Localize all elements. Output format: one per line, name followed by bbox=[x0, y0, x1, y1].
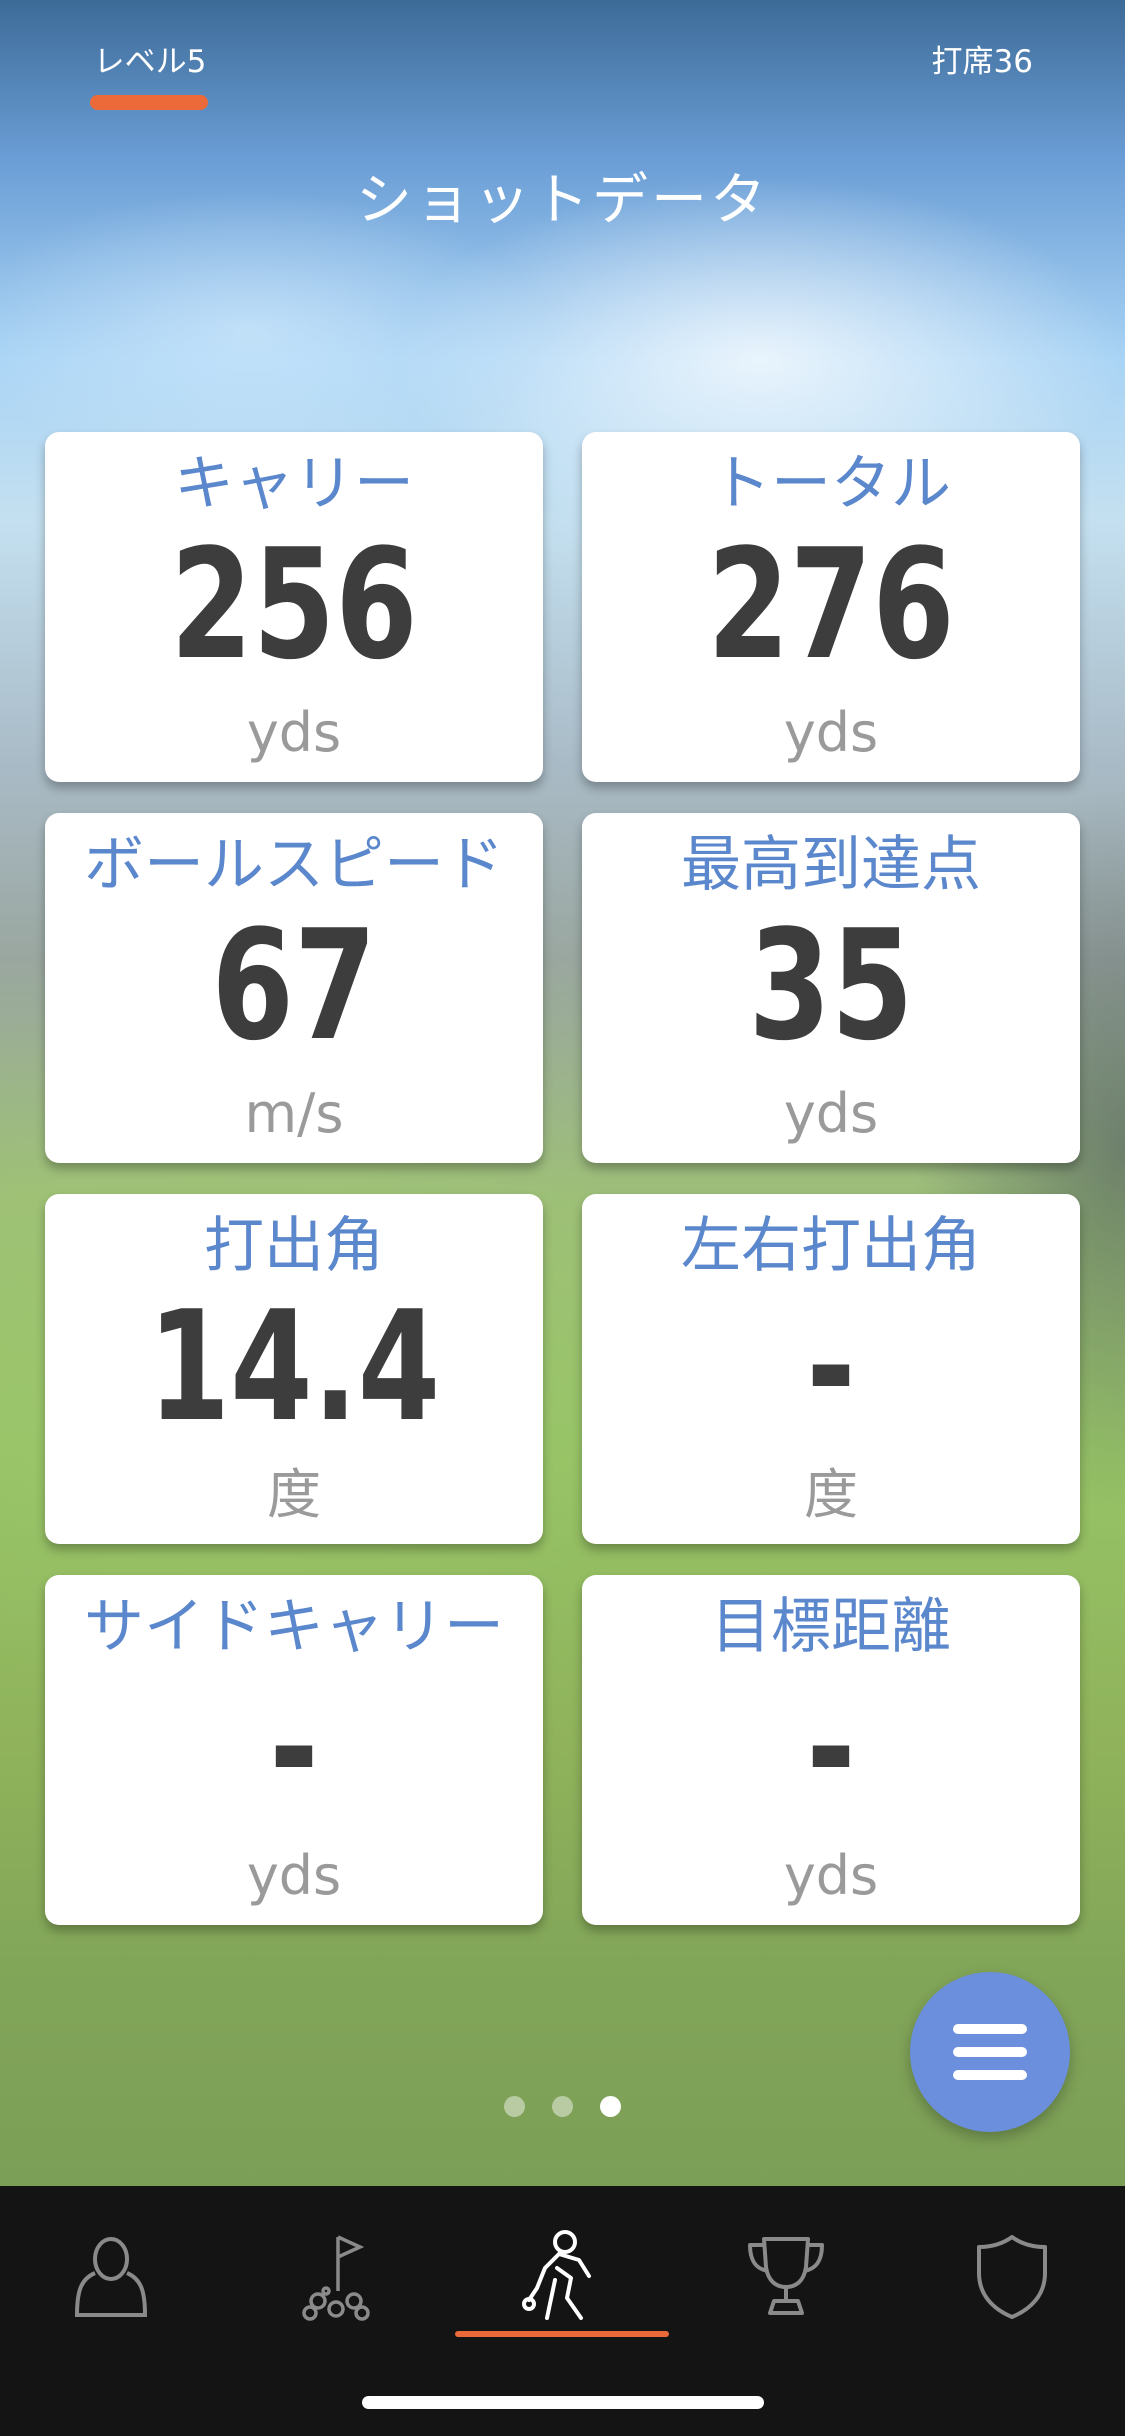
trophy-icon bbox=[748, 2237, 824, 2315]
level-tab[interactable]: レベル5 bbox=[90, 36, 210, 81]
card-unit: yds bbox=[246, 1844, 342, 1907]
card-unit: yds bbox=[246, 701, 342, 764]
card-peak-height: 最高到達点 35 yds bbox=[582, 813, 1080, 1163]
menu-fab-button[interactable] bbox=[910, 1972, 1070, 2132]
tab-practice[interactable] bbox=[492, 2216, 632, 2336]
card-unit: 度 bbox=[804, 1463, 858, 1526]
shot-data-grid: キャリー 256 yds トータル 276 yds ボールスピード 67 m/s… bbox=[45, 432, 1080, 1925]
profile-icon bbox=[74, 2237, 148, 2317]
card-value: 14.4 bbox=[147, 1278, 441, 1455]
card-total: トータル 276 yds bbox=[582, 432, 1080, 782]
card-label: 打出角 bbox=[204, 1211, 384, 1281]
card-launch-angle: 打出角 14.4 度 bbox=[45, 1194, 543, 1544]
card-value: 256 bbox=[170, 516, 418, 693]
tab-profile[interactable] bbox=[41, 2216, 181, 2336]
page-dot-active[interactable] bbox=[600, 2096, 621, 2117]
card-unit: yds bbox=[783, 1082, 879, 1145]
tab-course[interactable] bbox=[266, 2216, 406, 2336]
card-horizontal-launch-angle: 左右打出角 - 度 bbox=[582, 1194, 1080, 1544]
card-side-carry: サイドキャリー - yds bbox=[45, 1575, 543, 1925]
card-unit: yds bbox=[783, 701, 879, 764]
card-value: 276 bbox=[707, 516, 955, 693]
card-carry: キャリー 256 yds bbox=[45, 432, 543, 782]
card-value: - bbox=[269, 1659, 319, 1836]
card-unit: m/s bbox=[244, 1082, 344, 1145]
active-tab-indicator bbox=[455, 2331, 669, 2337]
menu-icon bbox=[953, 2024, 1027, 2080]
card-label: 目標距離 bbox=[711, 1592, 951, 1662]
shield-icon bbox=[977, 2235, 1047, 2319]
card-label: サイドキャリー bbox=[84, 1592, 504, 1662]
card-label: トータル bbox=[711, 449, 951, 519]
tab-shield[interactable] bbox=[942, 2216, 1082, 2336]
card-target-distance: 目標距離 - yds bbox=[582, 1575, 1080, 1925]
card-label: 左右打出角 bbox=[681, 1211, 981, 1281]
card-value: 67 bbox=[211, 897, 377, 1074]
page-dot[interactable] bbox=[504, 2096, 525, 2117]
golf-course-icon bbox=[302, 2235, 370, 2321]
card-label: ボールスピード bbox=[84, 830, 504, 900]
card-unit: 度 bbox=[267, 1463, 321, 1526]
page-title: ショットデータ bbox=[356, 168, 769, 233]
home-indicator[interactable] bbox=[362, 2396, 764, 2409]
card-label: 最高到達点 bbox=[681, 830, 981, 900]
page-dot[interactable] bbox=[552, 2096, 573, 2117]
at-bat-count: 打席36 bbox=[931, 44, 1033, 80]
card-label: キャリー bbox=[174, 449, 414, 519]
level-tab-indicator bbox=[90, 95, 208, 110]
card-value: - bbox=[806, 1659, 856, 1836]
tab-ranking[interactable] bbox=[716, 2216, 856, 2336]
card-ball-speed: ボールスピード 67 m/s bbox=[45, 813, 543, 1163]
golfer-swing-icon bbox=[522, 2230, 591, 2320]
card-value: 35 bbox=[748, 897, 914, 1074]
card-value: - bbox=[806, 1278, 856, 1455]
card-unit: yds bbox=[783, 1844, 879, 1907]
